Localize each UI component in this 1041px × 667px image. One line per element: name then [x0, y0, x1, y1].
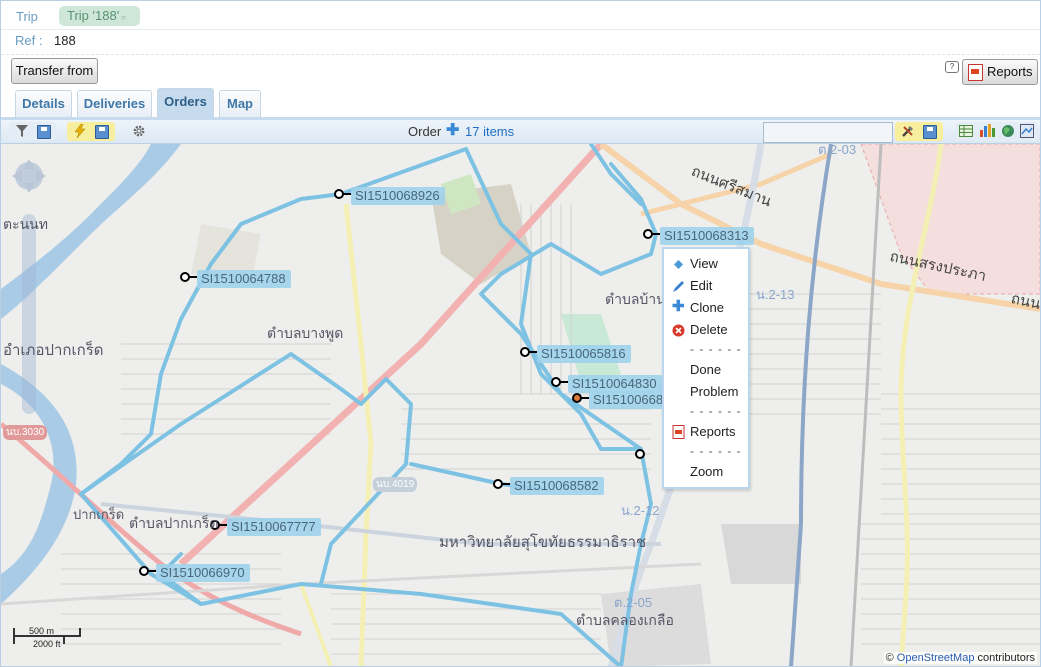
delete-icon	[672, 323, 685, 337]
reports-button[interactable]: Reports	[962, 59, 1038, 85]
tab-map[interactable]: Map	[219, 90, 261, 117]
lightning-icon[interactable]	[73, 123, 87, 139]
scale-tick	[79, 628, 81, 636]
route-label: น.2-12	[621, 503, 660, 518]
menu-item-view[interactable]: View	[664, 254, 748, 274]
order-count-link[interactable]: 17 items	[465, 124, 514, 139]
filter-icon[interactable]	[15, 124, 29, 138]
scale-bar	[13, 635, 81, 637]
save-icon[interactable]	[95, 125, 109, 139]
menu-separator: - - - - - -	[690, 342, 742, 356]
map-view-icon[interactable]	[1020, 124, 1034, 138]
filter-group	[9, 122, 57, 141]
pencil-icon	[672, 279, 685, 292]
globe-icon[interactable]	[1001, 124, 1015, 138]
view-icon	[672, 257, 685, 270]
attribution-prefix: ©	[885, 652, 894, 664]
menu-item-label: Reports	[690, 424, 736, 439]
place-label: อำเภอปากเกร็ด	[3, 342, 104, 359]
trip-window: Trip Trip '188' ○ Ref : 188 Transfer from…	[0, 0, 1041, 667]
scale-imperial: 2000 ft	[33, 639, 61, 649]
chart-icon[interactable]	[979, 123, 995, 137]
scale-tick	[13, 628, 15, 644]
route-shield: นบ.4019	[373, 477, 418, 492]
view-mode-group	[956, 122, 1038, 141]
menu-item-edit[interactable]: Edit	[664, 276, 748, 296]
menu-item-problem[interactable]: Problem	[664, 382, 748, 402]
tab-deliveries[interactable]: Deliveries	[77, 90, 152, 117]
reports-button-label: Reports	[987, 64, 1033, 79]
order-marker-label[interactable]: SI151006683	[589, 391, 668, 409]
order-marker-label[interactable]: SI1510064788	[197, 270, 291, 288]
menu-item-done[interactable]: Done	[664, 360, 748, 380]
menu-separator: - - - - - -	[690, 404, 742, 418]
marker-context-menu: View Edit ✚ Clone Delete - - - - - - Don…	[662, 247, 750, 489]
order-marker-label[interactable]: SI1510067777	[227, 518, 321, 536]
map-view[interactable]: SI1510068926 SI1510064788 SI1510068313 S…	[1, 144, 1040, 666]
menu-item-reports[interactable]: Reports	[664, 422, 748, 442]
menu-item-label: Delete	[690, 322, 728, 337]
menu-item-clone[interactable]: ✚ Clone	[664, 298, 748, 318]
map-attribution: © OpenStreetMap contributors	[883, 652, 1037, 664]
tools-group	[895, 122, 943, 141]
orders-toolbar: Order ✚ 17 items	[1, 120, 1040, 144]
add-order-icon[interactable]: ✚	[446, 123, 459, 139]
order-marker-label[interactable]: SI1510068582	[510, 477, 604, 495]
menu-item-label: View	[690, 256, 718, 271]
order-marker-label[interactable]: SI1510068926	[351, 187, 445, 205]
order-marker-label[interactable]: SI1510068313	[660, 227, 754, 245]
gear-icon[interactable]	[132, 124, 146, 138]
osm-link[interactable]: OpenStreetMap	[897, 652, 975, 664]
menu-separator: - - - - - -	[690, 444, 742, 458]
quick-action-group	[67, 122, 115, 141]
menu-item-label: Problem	[690, 384, 739, 399]
scale-tick	[63, 636, 65, 644]
place-label: ตำบลปากเกร็ด	[129, 515, 219, 531]
tab-details[interactable]: Details	[15, 90, 72, 117]
breadcrumb: Trip Trip '188' ○	[1, 1, 1040, 30]
route-label: น.2-13	[756, 287, 795, 302]
place-label: ตะนนท	[3, 216, 48, 232]
map-canvas	[1, 144, 1040, 666]
ref-value: 188	[54, 33, 76, 48]
route-shield: นบ.3030	[3, 425, 48, 440]
menu-item-label: Edit	[690, 278, 713, 293]
ref-label: Ref :	[15, 33, 43, 48]
map-scale: 500 m 2000 ft	[13, 622, 83, 652]
breadcrumb-current[interactable]: Trip '188' ○	[59, 6, 141, 26]
place-label: มหาวิทยาลัยสุโขทัยธรรมาธิราช	[439, 534, 647, 551]
help-icon[interactable]: ?	[945, 61, 959, 73]
attribution-suffix: contributors	[977, 652, 1035, 664]
divider	[1, 54, 1040, 55]
route-label: ต.2-05	[614, 595, 653, 610]
tools-icon[interactable]	[901, 124, 915, 138]
pdf-icon	[968, 64, 983, 81]
route-label: ต.2-03	[818, 144, 857, 157]
place-label: ตำบลคลองเกลือ	[576, 612, 674, 628]
menu-item-zoom[interactable]: Zoom	[664, 462, 748, 482]
order-marker-label[interactable]: SI1510066970	[156, 564, 250, 582]
menu-item-label: Zoom	[690, 464, 724, 479]
table-icon[interactable]	[959, 124, 973, 138]
plus-icon: ✚	[672, 298, 685, 315]
breadcrumb-current-label: Trip '188'	[67, 8, 120, 23]
menu-item-label: Done	[690, 362, 722, 377]
pill-indicator-icon: ○	[121, 13, 127, 22]
tab-orders[interactable]: Orders	[157, 88, 214, 117]
transfer-from-button[interactable]: Transfer from	[11, 58, 98, 84]
pdf-icon	[672, 425, 685, 439]
menu-item-label: Clone	[690, 300, 724, 315]
tab-bar: Details Deliveries Orders Map	[1, 88, 1040, 120]
save-icon[interactable]	[37, 125, 51, 139]
order-label: Order	[408, 124, 442, 139]
menu-item-delete[interactable]: Delete	[664, 320, 748, 340]
place-label: ตำบลบางพูด	[267, 325, 344, 341]
place-label: ปากเกร็ด	[73, 507, 125, 522]
order-marker-label[interactable]: SI1510065816	[537, 345, 631, 363]
breadcrumb-trip-link[interactable]: Trip	[16, 9, 38, 24]
save-icon[interactable]	[923, 125, 937, 139]
search-input[interactable]	[763, 122, 893, 143]
ref-row: Ref : 188	[1, 30, 1040, 54]
